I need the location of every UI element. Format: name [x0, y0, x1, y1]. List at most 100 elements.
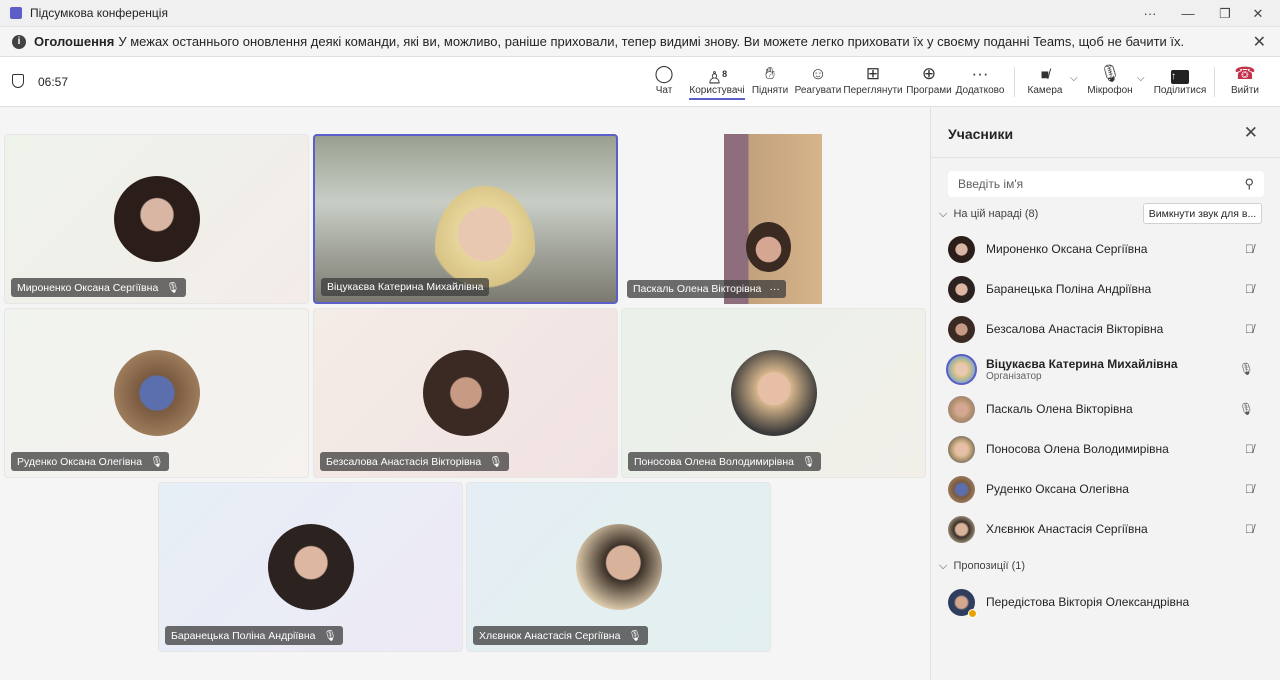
video-tile[interactable]: Хлєвнюк Анастасія Сергіївна 🎙︎ [466, 482, 771, 652]
hand-icon: ✋︎ [765, 64, 775, 83]
mic-off-icon: 🎙̸ [1245, 482, 1254, 496]
minimize-button[interactable]: — [1170, 0, 1206, 27]
avatar [575, 524, 662, 610]
banner-label: Оголошення [34, 34, 115, 49]
participant-item[interactable]: Безсалова Анастасія Вікторівна 🎙̸ [948, 309, 1264, 349]
video-tile[interactable]: Безсалова Анастасія Вікторівна 🎙︎ [313, 308, 618, 478]
chat-button[interactable]: ◯ Чат [652, 63, 676, 96]
avatar [948, 588, 977, 618]
divider [931, 157, 1280, 158]
camera-off-icon: ■̸ [1040, 66, 1050, 82]
avatar [948, 275, 975, 303]
tile-name: Хлєвнюк Анастасія Сергіївна [479, 629, 621, 642]
more-icon: ··· [971, 64, 989, 83]
banner-text: У межах останнього оновлення деякі коман… [118, 34, 1185, 49]
suggested-participant-item[interactable]: Передістова Вікторія Олександрівна [948, 582, 1264, 622]
info-icon: i [12, 34, 26, 49]
tile-name: Руденко Оксана Олегівна [17, 455, 143, 468]
divider [1014, 67, 1015, 97]
participant-item[interactable]: Баранецька Поліна Андріївна 🎙̸ [948, 269, 1264, 309]
tile-name: Віцукаєва Катерина Михайлівна [327, 281, 484, 293]
camera-button[interactable]: ■̸ Камера [1026, 63, 1064, 96]
avatar [730, 350, 817, 436]
mic-off-icon: 🎙̸ [1245, 242, 1254, 256]
hangup-icon: ☎ [1234, 64, 1256, 83]
microphone-button[interactable]: 🎙︎ Мікрофон [1087, 63, 1133, 96]
mic-off-icon: 🎙︎ [150, 456, 164, 468]
participant-item[interactable]: Поносова Олена Володимирівна 🎙̸ [948, 429, 1264, 469]
suggestions-section-toggle[interactable]: ⌵ Пропозиції (1) [939, 560, 1025, 573]
panel-title: Учасники [948, 126, 1014, 142]
video-tile[interactable]: Паскаль Олена Вікторівна ··· [621, 134, 926, 304]
participant-item[interactable]: Віцукаєва Катерина Михайлівна Організатор… [946, 349, 1264, 389]
avatar [267, 524, 354, 610]
apps-icon: ⊕ [921, 64, 937, 83]
mute-all-button[interactable]: Вимкнути звук для в... [1143, 203, 1262, 224]
video-tile[interactable]: Баранецька Поліна Андріївна 🎙︎ [158, 482, 463, 652]
mic-off-icon: 🎙︎ [801, 456, 816, 468]
mic-off-icon: 🎙︎ [1099, 64, 1121, 83]
mic-off-icon: 🎙︎ [628, 630, 642, 642]
participant-item[interactable]: Хлєвнюк Анастасія Сергіївна 🎙̸ [948, 509, 1264, 549]
close-window-button[interactable]: ✕ [1240, 0, 1276, 27]
apps-button[interactable]: ⊕ Програми [906, 63, 952, 96]
grid-view-icon: ⊞ [865, 64, 881, 83]
avatar [946, 353, 977, 385]
camera-options-chevron-icon[interactable]: ⌵ [1070, 73, 1078, 84]
teams-logo-icon [10, 7, 22, 19]
meeting-timer: 06:57 [38, 75, 69, 89]
video-grid: Мироненко Оксана Сергіївна 🎙︎ Віцукаєва К… [0, 107, 929, 680]
participant-item[interactable]: Паскаль Олена Вікторівна 🎙︎ [948, 389, 1264, 429]
mic-off-icon: 🎙︎ [489, 456, 503, 468]
avatar [948, 315, 975, 343]
avatar [948, 395, 975, 423]
mic-off-icon: 🎙̸ [1245, 442, 1254, 456]
more-button[interactable]: ··· Додатково [956, 63, 1005, 96]
avatar [948, 515, 975, 543]
participant-item[interactable]: Мироненко Оксана Сергіївна 🎙̸ [948, 229, 1264, 269]
mic-off-icon: 🎙̸ [1245, 282, 1254, 296]
people-button[interactable]: ♙8 Користувачі [689, 63, 745, 100]
title-bar: Підсумкова конференція [0, 0, 1280, 27]
avatar [948, 475, 975, 503]
more-options-button[interactable]: ··· [1132, 0, 1168, 27]
share-button[interactable]: ↑ Поділитися [1154, 63, 1206, 96]
announcement-banner: i Оголошення У межах останнього оновленн… [0, 27, 1280, 57]
video-tile-active-speaker[interactable]: Віцукаєва Катерина Михайлівна [313, 134, 618, 304]
meeting-toolbar: 06:57 ◯ Чат ♙8 Користувачі ✋︎ Підняти ☺ Реаг… [0, 57, 1280, 107]
participants-panel: Учасники ✕ Введіть ім'я ⚲ ⌵ На цій нараді… [930, 107, 1280, 680]
avatar [948, 235, 975, 263]
tile-name: Паскаль Олена Вікторівна [633, 283, 762, 295]
video-tile[interactable]: Поносова Олена Володимирівна 🎙︎ [621, 308, 926, 478]
participant-item[interactable]: Руденко Оксана Олегівна 🎙̸ [948, 469, 1264, 509]
mic-on-icon: 🎙︎ [1238, 402, 1254, 416]
video-feed [724, 134, 822, 304]
mic-on-icon: 🎙︎ [1238, 362, 1254, 376]
share-icon: ↑ [1171, 63, 1189, 85]
avatar [422, 350, 509, 436]
video-tile[interactable]: Мироненко Оксана Сергіївна 🎙︎ [4, 134, 309, 304]
avatar [948, 435, 975, 463]
mic-options-chevron-icon[interactable]: ⌵ [1137, 73, 1145, 84]
tile-name: Поносова Олена Володимирівна [634, 455, 794, 468]
more-icon[interactable]: ··· [769, 283, 780, 295]
tile-name: Безсалова Анастасія Вікторівна [326, 455, 482, 468]
raise-hand-button[interactable]: ✋︎ Підняти [752, 63, 788, 96]
mic-off-icon: 🎙̸ [1245, 322, 1254, 336]
view-button[interactable]: ⊞ Переглянути [843, 63, 902, 96]
search-icon: ⚲ [1244, 176, 1254, 191]
close-panel-button[interactable]: ✕ [1244, 123, 1258, 143]
leave-button[interactable]: ☎ Вийти [1230, 63, 1260, 96]
shield-icon [12, 74, 24, 88]
people-icon: ♙8 [706, 68, 728, 88]
emoji-icon: ☺ [809, 64, 827, 83]
tile-name: Баранецька Поліна Андріївна [171, 629, 316, 642]
search-input[interactable]: Введіть ім'я ⚲ [948, 171, 1264, 197]
video-tile[interactable]: Руденко Оксана Олегівна 🎙︎ [4, 308, 309, 478]
react-button[interactable]: ☺ Реагувати [795, 63, 842, 96]
restore-button[interactable]: ❐ [1207, 0, 1243, 27]
window-title: Підсумкова конференція [30, 6, 168, 20]
mic-off-icon: 🎙︎ [323, 630, 337, 642]
in-meeting-section-toggle[interactable]: ⌵ На цій нараді (8) [939, 208, 1038, 221]
banner-close-button[interactable]: ✕ [1253, 32, 1266, 52]
